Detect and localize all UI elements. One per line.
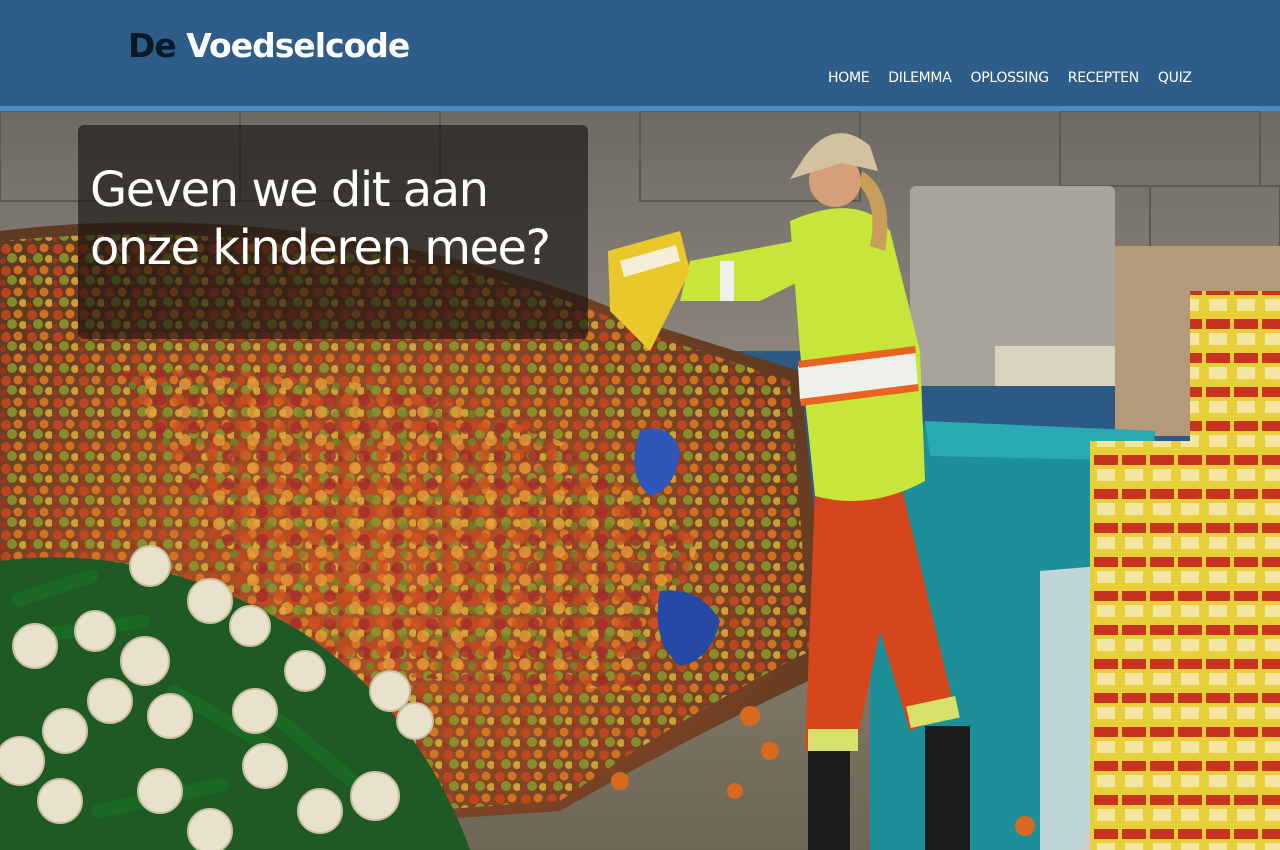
site-logo[interactable]: De Voedselcode xyxy=(128,26,410,66)
hero-heading: Geven we dit aan onze kinderen mee? xyxy=(90,162,551,276)
site-header: De Voedselcode HOME DILEMMA OPLOSSING RE… xyxy=(0,0,1280,106)
main-nav: HOME DILEMMA OPLOSSING RECEPTEN QUIZ xyxy=(828,70,1192,86)
nav-quiz[interactable]: QUIZ xyxy=(1158,70,1192,86)
hero-image: Geven we dit aan onze kinderen mee? xyxy=(0,111,1280,850)
nav-home[interactable]: HOME xyxy=(828,70,870,86)
nav-dilemma[interactable]: DILEMMA xyxy=(888,70,952,86)
logo-prefix: De xyxy=(128,26,177,65)
hero-caption-box: Geven we dit aan onze kinderen mee? xyxy=(78,125,588,339)
logo-name: Voedselcode xyxy=(186,26,410,65)
nav-recepten[interactable]: RECEPTEN xyxy=(1068,70,1139,86)
nav-oplossing[interactable]: OPLOSSING xyxy=(970,70,1049,86)
